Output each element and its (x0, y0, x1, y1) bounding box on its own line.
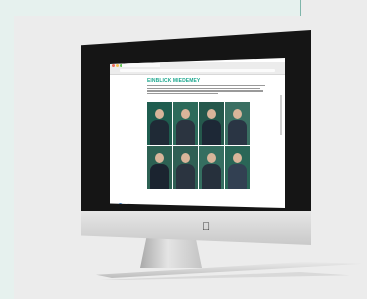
portrait-head (181, 109, 190, 119)
intro-text (147, 85, 265, 96)
portrait-body (176, 120, 195, 145)
portrait-body (150, 120, 169, 145)
portrait-head (207, 153, 216, 163)
team-photo-tile[interactable] (199, 146, 224, 189)
team-gallery (147, 102, 250, 189)
team-photo-tile[interactable] (147, 102, 172, 145)
portrait-body (150, 164, 169, 189)
desktop-monitor:  EINBLICK MIEDEMEY (0, 0, 367, 299)
portrait-head (233, 109, 242, 119)
portrait-body (202, 120, 221, 145)
portrait-body (202, 164, 221, 189)
team-photo-tile[interactable] (173, 102, 198, 145)
address-bar[interactable] (120, 69, 275, 72)
team-photo-tile[interactable] (225, 146, 250, 189)
browser-tab[interactable] (122, 63, 160, 67)
team-photo-tile[interactable] (173, 146, 198, 189)
page-heading: EINBLICK MIEDEMEY (147, 78, 201, 84)
page-scrollbar[interactable] (280, 95, 282, 135)
portrait-head (155, 153, 164, 163)
team-photo-tile[interactable] (199, 102, 224, 145)
window-minimize-dot[interactable] (116, 64, 119, 67)
portrait-body (228, 164, 247, 189)
web-page: EINBLICK MIEDEMEY (110, 75, 285, 208)
monitor-chin (81, 211, 311, 245)
team-photo-tile[interactable] (225, 102, 250, 145)
monitor-screen: EINBLICK MIEDEMEY (110, 58, 285, 208)
portrait-head (181, 153, 190, 163)
portrait-body (176, 164, 195, 189)
team-photo-tile[interactable] (147, 146, 172, 189)
portrait-head (155, 109, 164, 119)
portrait-head (233, 153, 242, 163)
portrait-head (207, 109, 216, 119)
window-close-dot[interactable] (112, 64, 115, 67)
apple-logo-icon:  (202, 222, 210, 233)
product-mockup-scene:  EINBLICK MIEDEMEY (0, 0, 367, 299)
portrait-body (228, 120, 247, 145)
browser-chrome (110, 62, 285, 75)
